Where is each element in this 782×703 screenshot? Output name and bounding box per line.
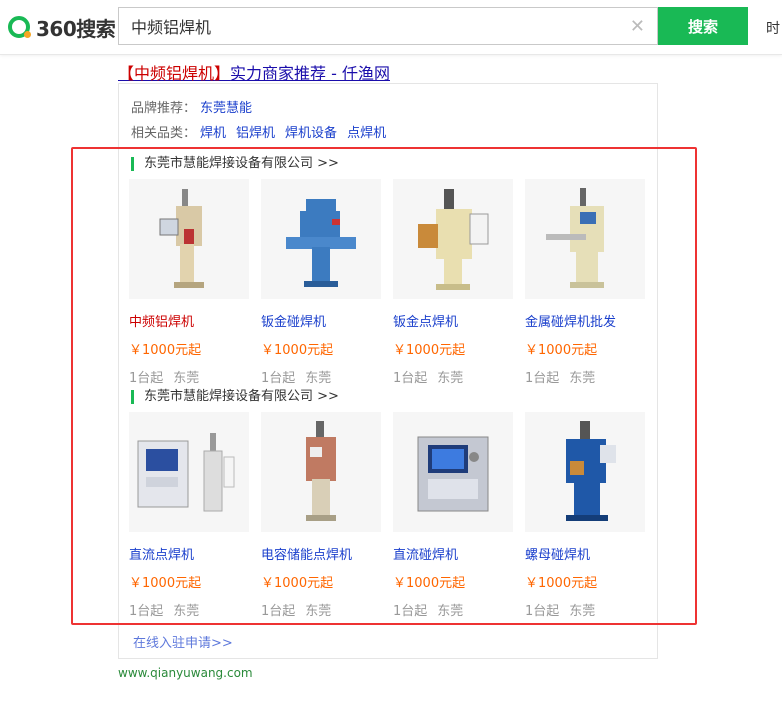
product-info: 1台起 东莞	[129, 367, 249, 386]
product-city: 东莞	[569, 371, 596, 386]
product-info: 1台起 东莞	[525, 600, 645, 619]
result-card: 品牌推荐： 东莞慧能 相关品类： 焊机 铝焊机 焊机设备 点焊机 东莞市慧能焊接设备有限公…	[118, 83, 658, 659]
product-moq: 1台起	[261, 604, 296, 619]
product-info: 1台起 东莞	[129, 600, 249, 619]
clear-icon[interactable]: ✕	[630, 16, 645, 37]
product-name[interactable]: 直流点焊机	[129, 544, 249, 563]
product-city: 东莞	[437, 371, 464, 386]
header-right-link[interactable]: 时	[766, 18, 780, 38]
result-title-link[interactable]: 【中频铝焊机】实力商家推荐 - 仟渔网	[118, 60, 390, 84]
category-link[interactable]: 焊机	[200, 126, 226, 141]
site-url[interactable]: www.qianyuwang.com	[118, 666, 253, 680]
product-name[interactable]: 金属碰焊机批发	[525, 311, 645, 330]
company-link[interactable]: 东莞市慧能焊接设备有限公司 >>	[131, 157, 339, 171]
product-city: 东莞	[305, 371, 332, 386]
brand-link[interactable]: 东莞慧能	[200, 101, 252, 116]
category-row: 相关品类： 焊机 铝焊机 焊机设备 点焊机	[131, 122, 392, 141]
title-bracket-open: 【	[118, 64, 135, 83]
product-info: 1台起 东莞	[393, 367, 513, 386]
product-image[interactable]	[129, 179, 249, 299]
product-name[interactable]: 电容储能点焊机	[261, 544, 381, 563]
title-rest: 实力商家推荐 - 仟渔网	[230, 64, 390, 83]
product-image[interactable]	[261, 179, 381, 299]
product-moq: 1台起	[393, 604, 428, 619]
category-label: 相关品类：	[131, 126, 197, 141]
product-name[interactable]: 螺母碰焊机	[525, 544, 645, 563]
product-city: 东莞	[173, 371, 200, 386]
category-link[interactable]: 点焊机	[347, 126, 386, 141]
product-card[interactable]: 直流碰焊机 ￥1000元起 1台起 东莞	[393, 412, 513, 619]
product-image[interactable]	[393, 412, 513, 532]
product-info: 1台起 东莞	[525, 367, 645, 386]
product-card[interactable]: 螺母碰焊机 ￥1000元起 1台起 东莞	[525, 412, 645, 619]
product-price: ￥1000元起	[525, 576, 598, 591]
search-button[interactable]: 搜索	[658, 7, 748, 45]
product-moq: 1台起	[129, 371, 164, 386]
product-info: 1台起 东莞	[393, 600, 513, 619]
product-price: ￥1000元起	[261, 343, 334, 358]
product-card[interactable]: 金属碰焊机批发 ￥1000元起 1台起 东莞	[525, 179, 645, 386]
product-price: ￥1000元起	[261, 576, 334, 591]
brand-row: 品牌推荐： 东莞慧能	[131, 97, 258, 116]
product-image[interactable]	[393, 179, 513, 299]
product-price: ￥1000元起	[129, 343, 202, 358]
product-name[interactable]: 钣金点焊机	[393, 311, 513, 330]
apply-link[interactable]: 在线入驻申请>>	[133, 632, 233, 651]
product-name[interactable]: 钣金碰焊机	[261, 311, 381, 330]
product-image[interactable]	[525, 179, 645, 299]
product-info: 1台起 东莞	[261, 367, 381, 386]
product-price: ￥1000元起	[393, 343, 466, 358]
product-image[interactable]	[525, 412, 645, 532]
product-card[interactable]: 电容储能点焊机 ￥1000元起 1台起 东莞	[261, 412, 381, 619]
search-header: 360搜索 ✕ 搜索 时	[0, 0, 782, 55]
product-moq: 1台起	[393, 371, 428, 386]
product-card[interactable]: 直流点焊机 ￥1000元起 1台起 东莞	[129, 412, 249, 619]
search-input[interactable]	[119, 8, 619, 44]
brand-label: 品牌推荐：	[131, 101, 197, 116]
product-image[interactable]	[261, 412, 381, 532]
360-logo-icon	[8, 16, 31, 38]
title-bracket-close: 】	[214, 64, 231, 83]
product-name[interactable]: 中频铝焊机	[129, 311, 249, 330]
category-link[interactable]: 焊机设备	[285, 126, 337, 141]
product-card[interactable]: 钣金点焊机 ￥1000元起 1台起 东莞	[393, 179, 513, 386]
product-card[interactable]: 钣金碰焊机 ￥1000元起 1台起 东莞	[261, 179, 381, 386]
product-city: 东莞	[437, 604, 464, 619]
product-city: 东莞	[305, 604, 332, 619]
category-link[interactable]: 铝焊机	[236, 126, 275, 141]
product-price: ￥1000元起	[129, 576, 202, 591]
product-card[interactable]: 中频铝焊机 ￥1000元起 1台起 东莞	[129, 179, 249, 386]
title-highlight: 中频铝焊机	[134, 64, 215, 83]
product-price: ￥1000元起	[525, 343, 598, 358]
product-moq: 1台起	[129, 604, 164, 619]
product-city: 东莞	[569, 604, 596, 619]
logo-text: 360搜索	[36, 16, 116, 41]
product-moq: 1台起	[525, 371, 560, 386]
product-city: 东莞	[173, 604, 200, 619]
logo[interactable]: 360搜索	[8, 13, 116, 41]
search-box[interactable]: ✕	[118, 7, 658, 45]
company-link[interactable]: 东莞市慧能焊接设备有限公司 >>	[131, 390, 339, 404]
product-image[interactable]	[129, 412, 249, 532]
product-info: 1台起 东莞	[261, 600, 381, 619]
product-moq: 1台起	[261, 371, 296, 386]
product-name[interactable]: 直流碰焊机	[393, 544, 513, 563]
product-price: ￥1000元起	[393, 576, 466, 591]
product-moq: 1台起	[525, 604, 560, 619]
